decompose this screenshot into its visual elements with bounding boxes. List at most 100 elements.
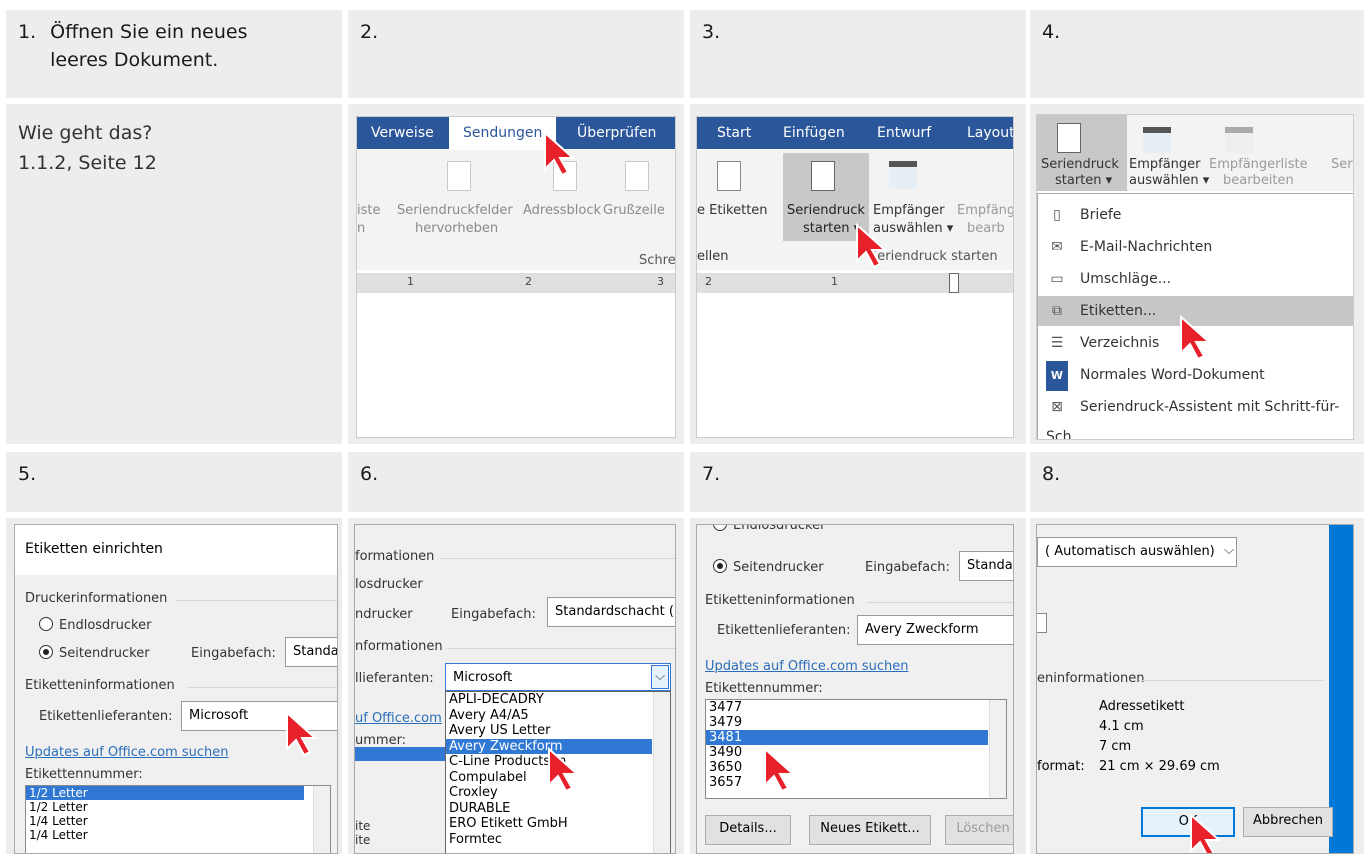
seriendruck-label: starten ▾: [803, 221, 861, 236]
email-icon: ✉: [1051, 239, 1063, 255]
label-height-value: 4.1 cm: [1099, 719, 1144, 734]
list-item[interactable]: 3490: [706, 745, 1006, 760]
details-button[interactable]: Details...: [705, 815, 791, 845]
wizard-icon: ⊠: [1051, 399, 1063, 415]
radio-icon: [713, 525, 727, 531]
list-item[interactable]: ERO Etikett GmbH: [446, 816, 670, 832]
list-item[interactable]: 3657: [706, 775, 1006, 790]
etikettennummer-list[interactable]: 3477 3479 3481 3490 3650 3657: [705, 699, 1007, 799]
menu-item-briefe[interactable]: ▯ Briefe: [1046, 200, 1353, 230]
eingabefach-label: Eingabefach:: [191, 646, 276, 661]
eingabefach-select[interactable]: Standar: [959, 551, 1013, 581]
updates-link[interactable]: Updates auf Office.com suchen: [705, 659, 909, 674]
etikettennummer-list[interactable]: 1/2 Letter 1/2 Letter 1/4 Letter 1/4 Let…: [25, 785, 331, 853]
step-5-panel: Etiketten einrichten Druckerinformatione…: [6, 518, 342, 854]
list-item[interactable]: 1/4 Letter: [26, 828, 330, 842]
etikettennummer-label: Etikettennummer:: [705, 681, 823, 696]
eingabefach-select[interactable]: Standar: [285, 637, 337, 667]
seriendruck-icon: [1057, 123, 1081, 153]
empfaenger-button[interactable]: Empfänger: [873, 203, 945, 218]
list-item[interactable]: 1/2 Letter: [26, 786, 304, 800]
step-number: 4.: [1042, 21, 1061, 43]
etiketten-button[interactable]: e Etiketten: [697, 203, 768, 218]
labels-icon: ⧉: [1052, 303, 1062, 319]
step-3-header: 3.: [690, 10, 1026, 98]
seriendruck-label: Seriendruck: [787, 203, 865, 218]
lieferanten-select[interactable]: Microsoft: [445, 663, 671, 691]
seriendruckfelder-button[interactable]: Seriendruckfelder: [397, 203, 513, 218]
ribbon-group-label: Schre: [639, 253, 676, 268]
tab-entwurf[interactable]: Entwurf: [877, 117, 931, 149]
lieferanten-select[interactable]: Avery Zweckform: [857, 615, 1013, 645]
envelope-icon: ▭: [1050, 271, 1064, 287]
label-fragment: ite: [355, 833, 371, 847]
tab-ueberpruefen[interactable]: Überprüfen: [577, 117, 656, 149]
list-item[interactable]: Formtec: [446, 832, 670, 848]
list-item-selected[interactable]: 3481: [706, 730, 988, 745]
mouse-cursor-icon: [286, 711, 318, 757]
chevron-down-icon[interactable]: ⌵: [651, 665, 669, 689]
word-ribbon-screenshot: Verweise Sendungen Überprüfen iste n Ser…: [356, 116, 676, 438]
scrollbar[interactable]: [313, 786, 330, 853]
list-item[interactable]: 3477: [706, 700, 1006, 715]
label-type-value: Adressetikett: [1099, 699, 1185, 714]
indent-marker-icon: [949, 273, 959, 293]
menu-item-assistent[interactable]: ⊠ Seriendruck-Assistent mit Schritt-für-S…: [1046, 392, 1353, 439]
list-item[interactable]: 1/4 Letter: [26, 814, 330, 828]
list-item[interactable]: DURABLE: [446, 801, 670, 817]
endlosdrucker-radio[interactable]: Endlosdrucker: [39, 617, 151, 633]
tab-start[interactable]: Start: [717, 117, 751, 149]
menu-item-label: Briefe: [1080, 207, 1122, 223]
list-item[interactable]: 3650: [706, 760, 1006, 775]
empfaengerliste-label: bearb: [967, 221, 1005, 236]
checkbox-fragment[interactable]: [1037, 613, 1047, 633]
updates-link[interactable]: Updates auf Office.com suchen: [25, 745, 229, 760]
empfaengerliste-button[interactable]: Empfäng: [957, 203, 1013, 218]
radio-checked-icon: [39, 645, 53, 659]
lieferanten-label: Etikettenlieferanten:: [39, 709, 173, 724]
updates-link[interactable]: uf Office.com: [355, 711, 442, 726]
step-2-header: 2.: [348, 10, 684, 98]
step-text: Öffnen Sie ein neues: [50, 21, 248, 43]
ruler-mark: 2: [525, 275, 532, 288]
list-item[interactable]: 3479: [706, 715, 1006, 730]
empfaenger-button[interactable]: Empfänger: [1129, 157, 1201, 172]
step-number: 5.: [18, 463, 37, 485]
list-item[interactable]: APLI-DECADRY: [446, 692, 670, 708]
menu-item-email[interactable]: ✉ E-Mail-Nachrichten: [1046, 232, 1353, 262]
chevron-down-icon[interactable]: ⌵: [1221, 539, 1237, 565]
cancel-button[interactable]: Abbrechen: [1243, 807, 1333, 837]
eingabefach-select[interactable]: ( Automatisch auswählen): [1037, 537, 1237, 567]
adressblock-button[interactable]: Adressblock: [523, 203, 601, 218]
step-4-panel: Seriendruck starten ▾ Empfänger auswähle…: [1030, 104, 1364, 444]
list-item[interactable]: Avery A4/A5: [446, 708, 670, 724]
step-number: 6.: [360, 463, 379, 485]
list-item[interactable]: 1/2 Letter: [26, 800, 330, 814]
tab-verweise[interactable]: Verweise: [371, 117, 434, 149]
endlosdrucker-radio[interactable]: Endlosdrucker: [713, 525, 825, 533]
tab-einfuegen[interactable]: Einfügen: [783, 117, 845, 149]
empfaengerliste-button[interactable]: Empfängerliste: [1209, 157, 1308, 172]
tab-layout[interactable]: Layout: [967, 117, 1013, 149]
menu-item-normales-dokument[interactable]: W Normales Word-Dokument: [1046, 360, 1353, 391]
neues-etikett-button[interactable]: Neues Etikett...: [809, 815, 931, 845]
step-2-panel: Verweise Sendungen Überprüfen iste n Ser…: [348, 104, 684, 444]
mouse-cursor-icon: [1190, 813, 1222, 853]
scrollbar[interactable]: [989, 700, 1006, 798]
scrollbar[interactable]: [653, 692, 670, 853]
step-number: 3.: [702, 21, 721, 43]
loeschen-button[interactable]: Löschen: [945, 815, 1013, 845]
menu-item-umschlaege[interactable]: ▭ Umschläge...: [1046, 264, 1353, 294]
eingabefach-select[interactable]: Standardschacht (.: [547, 597, 675, 627]
seitendrucker-radio[interactable]: Seitendrucker: [713, 559, 824, 575]
grusszeile-button[interactable]: Grußzeile: [603, 203, 665, 218]
ribbon-button-label[interactable]: iste: [357, 203, 380, 218]
word-menu-screenshot: Seriendruck starten ▾ Empfänger auswähle…: [1036, 114, 1354, 440]
etiketten-dialog: ( Automatisch auswählen) ⌵ eninformation…: [1036, 524, 1354, 854]
list-item[interactable]: Avery US Letter: [446, 723, 670, 739]
etikettennummer-list[interactable]: [355, 747, 445, 761]
etiketten-dialog: Endlosdrucker Seitendrucker Eingabefach:…: [696, 524, 1014, 854]
seitendrucker-radio[interactable]: Seitendrucker: [39, 645, 150, 661]
hint-question: Wie geht das?: [18, 122, 153, 144]
step-number: 1.: [18, 21, 37, 43]
